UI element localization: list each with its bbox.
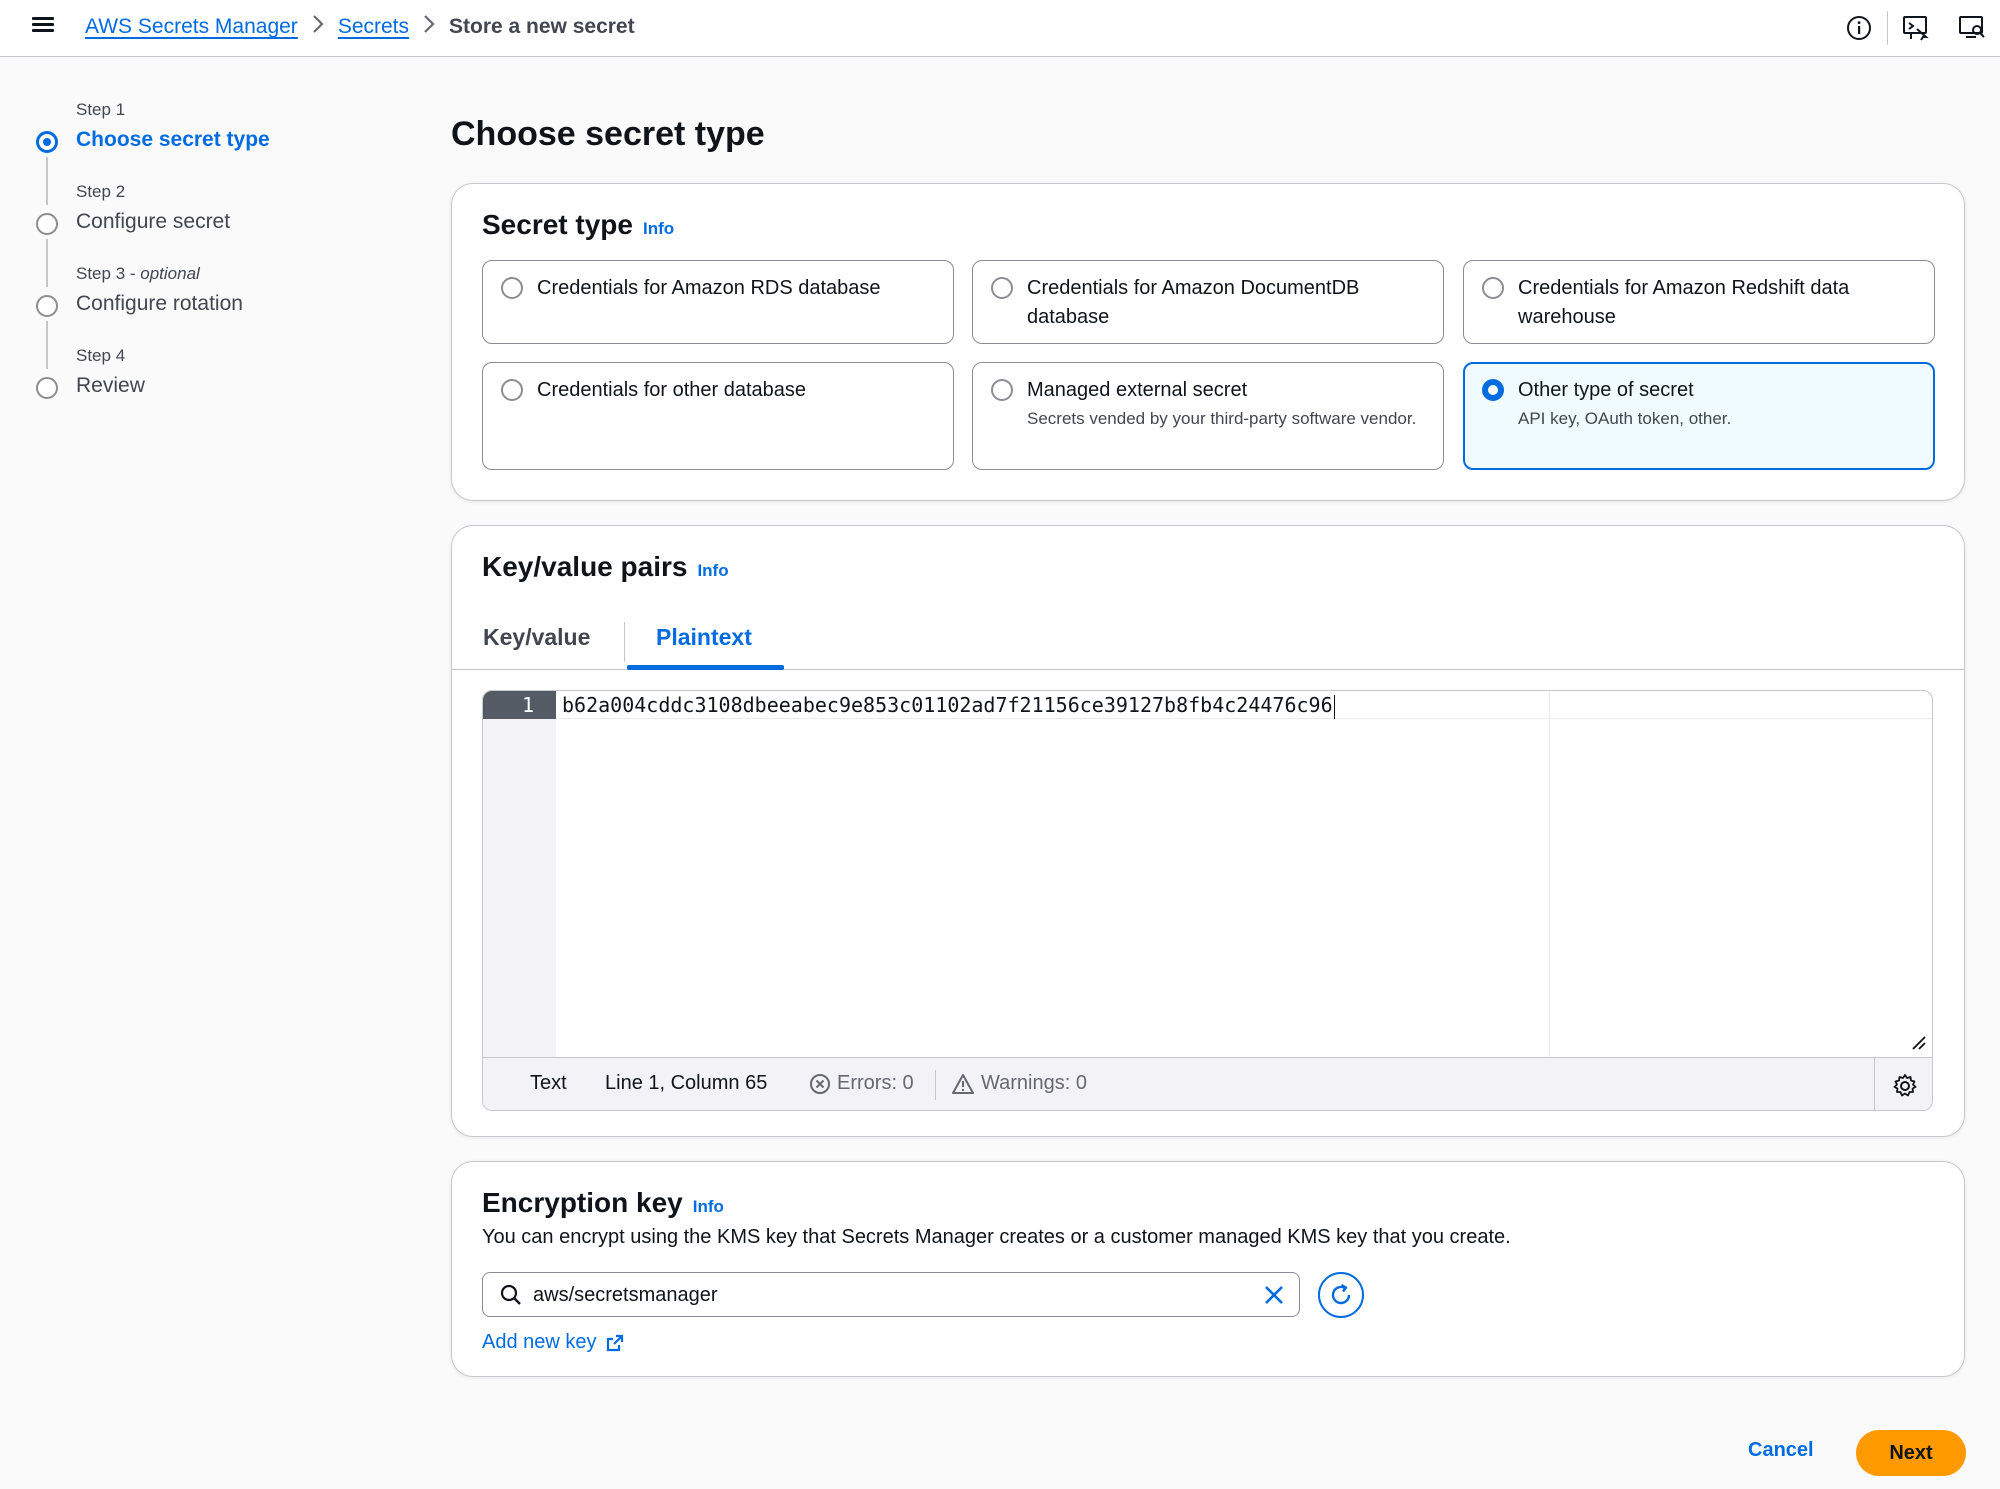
refresh-icon bbox=[1331, 1283, 1351, 1305]
plaintext-code-editor[interactable]: 1 b62a004cddc3108dbeeabec9e853c01102ad7f… bbox=[482, 690, 1933, 1111]
step-label: Configure rotation bbox=[76, 292, 243, 315]
option-label: Credentials for other database bbox=[537, 379, 807, 401]
key-value-info-link[interactable]: Info bbox=[697, 561, 728, 580]
secret-type-option-managed-external[interactable]: Managed external secret Secrets vended b… bbox=[972, 362, 1444, 470]
encryption-key-input[interactable] bbox=[533, 1279, 1233, 1311]
radio-button[interactable] bbox=[991, 379, 1013, 401]
page-title: Choose secret type bbox=[451, 115, 765, 153]
step-indicator-icon bbox=[36, 295, 58, 317]
editor-status-bar: Text Line 1, Column 65 Errors: 0 Warning… bbox=[483, 1057, 1932, 1110]
status-divider bbox=[935, 1070, 936, 1100]
warning-icon bbox=[952, 1073, 974, 1094]
chevron-right-icon bbox=[312, 14, 324, 40]
breadcrumb-secrets-manager[interactable]: AWS Secrets Manager bbox=[85, 15, 298, 39]
tab-divider bbox=[624, 622, 625, 662]
text-cursor bbox=[1333, 694, 1335, 719]
breadcrumb-current: Store a new secret bbox=[449, 15, 635, 38]
status-cursor-position: Line 1, Column 65 bbox=[605, 1072, 768, 1094]
tab-plaintext[interactable]: Plaintext bbox=[656, 624, 752, 651]
editor-settings-button[interactable] bbox=[1874, 1058, 1932, 1110]
option-label: Other type of secret bbox=[1518, 379, 1694, 401]
breadcrumb: AWS Secrets Manager Secrets Store a new … bbox=[85, 14, 635, 40]
breadcrumb-secrets[interactable]: Secrets bbox=[338, 15, 409, 39]
info-icon[interactable] bbox=[1831, 10, 1887, 46]
cancel-button[interactable]: Cancel bbox=[1748, 1439, 1814, 1462]
step-number: Step 3 - optional bbox=[76, 264, 200, 283]
menu-icon[interactable] bbox=[32, 14, 56, 38]
wizard-steps: Step 1 Choose secret type Step 2 Configu… bbox=[36, 100, 356, 428]
step-label: Choose secret type bbox=[76, 128, 270, 151]
external-link-icon bbox=[606, 1334, 623, 1351]
step-number: Step 2 bbox=[76, 182, 126, 201]
encryption-key-info-link[interactable]: Info bbox=[693, 1197, 724, 1216]
option-label: Credentials for Amazon RDS database bbox=[537, 277, 881, 299]
step-number: Step 1 bbox=[76, 100, 126, 119]
option-label: Credentials for Amazon DocumentDB databa… bbox=[1027, 277, 1360, 328]
step-optional: optional bbox=[140, 264, 200, 283]
add-new-key-link[interactable]: Add new key bbox=[482, 1331, 625, 1354]
secret-type-option-rds[interactable]: Credentials for Amazon RDS database bbox=[482, 260, 954, 344]
encryption-key-panel: Encryption key Info You can encrypt using… bbox=[451, 1161, 1965, 1377]
gear-icon bbox=[1893, 1073, 1916, 1096]
radio-button[interactable] bbox=[501, 277, 523, 299]
step-configure-secret[interactable]: Step 2 Configure secret bbox=[36, 182, 356, 287]
secret-type-info-link[interactable]: Info bbox=[643, 219, 674, 238]
encryption-key-heading: Encryption key Info bbox=[482, 1187, 724, 1218]
screen-share-icon[interactable] bbox=[1944, 10, 2000, 46]
error-icon bbox=[810, 1073, 830, 1094]
key-value-panel: Key/value pairs Info Key/value Plaintext … bbox=[451, 525, 1965, 1137]
step-label: Review bbox=[76, 374, 145, 397]
secret-type-heading: Secret type Info bbox=[482, 209, 675, 240]
secret-type-option-documentdb[interactable]: Credentials for Amazon DocumentDB databa… bbox=[972, 260, 1444, 344]
line-number: 1 bbox=[483, 691, 556, 719]
status-warnings[interactable]: Warnings: 0 bbox=[951, 1072, 1087, 1095]
status-mode: Text bbox=[530, 1072, 567, 1094]
refresh-button[interactable] bbox=[1318, 1272, 1364, 1318]
option-description: API key, OAuth token, other. bbox=[1518, 409, 1732, 428]
next-button[interactable]: Next bbox=[1856, 1430, 1966, 1476]
encryption-key-description: You can encrypt using the KMS key that S… bbox=[482, 1226, 1511, 1248]
tab-key-value[interactable]: Key/value bbox=[483, 624, 590, 651]
secret-type-option-other-secret[interactable]: Other type of secret API key, OAuth toke… bbox=[1463, 362, 1935, 470]
search-icon bbox=[500, 1284, 521, 1305]
secret-type-option-other-database[interactable]: Credentials for other database bbox=[482, 362, 954, 470]
radio-button[interactable] bbox=[1482, 277, 1504, 299]
code-line[interactable]: b62a004cddc3108dbeeabec9e853c01102ad7f21… bbox=[562, 691, 1335, 719]
clear-icon[interactable] bbox=[1261, 1282, 1287, 1308]
radio-button-selected[interactable] bbox=[1482, 379, 1504, 401]
option-label: Managed external secret bbox=[1027, 379, 1248, 401]
top-navigation-bar: AWS Secrets Manager Secrets Store a new … bbox=[0, 0, 2000, 57]
step-configure-rotation[interactable]: Step 3 - optional Configure rotation bbox=[36, 264, 356, 369]
secret-type-panel: Secret type Info Credentials for Amazon R… bbox=[451, 183, 1965, 501]
resize-handle-icon[interactable] bbox=[1912, 1036, 1926, 1050]
key-value-heading: Key/value pairs Info bbox=[482, 551, 729, 582]
step-choose-secret-type[interactable]: Step 1 Choose secret type bbox=[36, 100, 356, 205]
feedback-icon[interactable] bbox=[1888, 10, 1944, 46]
step-label: Configure secret bbox=[76, 210, 231, 233]
top-utility-icons bbox=[1831, 10, 2000, 46]
option-description: Secrets vended by your third-party softw… bbox=[1027, 409, 1417, 428]
step-number: Step 4 bbox=[76, 346, 126, 365]
secret-type-option-redshift[interactable]: Credentials for Amazon Redshift data war… bbox=[1463, 260, 1935, 344]
encryption-key-select[interactable] bbox=[482, 1272, 1300, 1317]
tab-list: Key/value Plaintext bbox=[452, 606, 1964, 670]
step-review[interactable]: Step 4 Review bbox=[36, 346, 356, 428]
radio-button[interactable] bbox=[991, 277, 1013, 299]
status-errors[interactable]: Errors: 0 bbox=[809, 1072, 914, 1095]
step-indicator-icon bbox=[36, 131, 58, 153]
print-margin bbox=[1549, 691, 1550, 1057]
radio-button[interactable] bbox=[501, 379, 523, 401]
line-number-gutter bbox=[483, 691, 556, 1057]
active-tab-indicator bbox=[627, 665, 784, 670]
step-indicator-icon bbox=[36, 213, 58, 235]
step-indicator-icon bbox=[36, 377, 58, 399]
option-label: Credentials for Amazon Redshift data war… bbox=[1518, 277, 1850, 328]
chevron-right-icon bbox=[423, 14, 435, 40]
